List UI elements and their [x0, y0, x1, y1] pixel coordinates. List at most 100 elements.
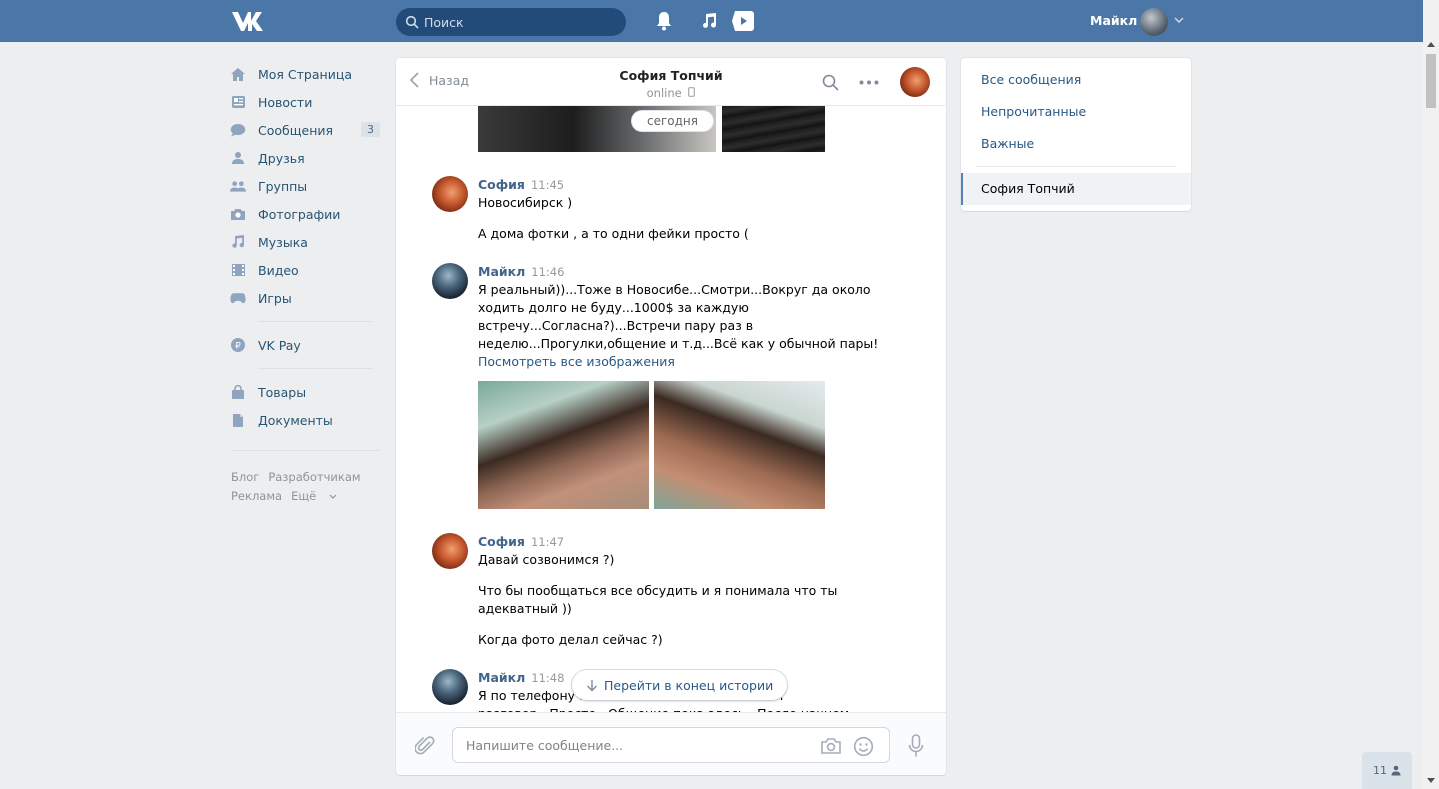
- peer-status-text: online: [646, 86, 682, 100]
- message-time[interactable]: 11:46: [531, 265, 564, 279]
- avatar[interactable]: [432, 533, 468, 569]
- online-friends-widget[interactable]: 11: [1362, 752, 1412, 789]
- nav-item-photos[interactable]: Фотографии: [230, 200, 380, 228]
- vkpay-icon: ₽: [230, 337, 246, 353]
- nav-item-documents[interactable]: Документы: [230, 406, 380, 434]
- filter-all-messages[interactable]: Все сообщения: [981, 72, 1081, 87]
- message-time[interactable]: 11:45: [531, 178, 564, 192]
- nav-item-news[interactable]: Новости: [230, 88, 380, 116]
- message-text: Давай созвонимся ?): [478, 552, 615, 567]
- page-scrollbar[interactable]: [1423, 0, 1439, 789]
- view-all-images-link[interactable]: Посмотреть все изображения: [478, 353, 898, 371]
- message-author[interactable]: София: [478, 177, 525, 192]
- search-box[interactable]: [396, 8, 626, 36]
- scroll-to-end-label: Перейти в конец истории: [604, 677, 774, 693]
- search-icon[interactable]: [822, 74, 839, 91]
- camera-icon[interactable]: [820, 737, 842, 755]
- vk-logo-icon[interactable]: [231, 10, 265, 32]
- smile-icon[interactable]: [853, 736, 874, 757]
- chevron-down-icon[interactable]: [1174, 16, 1184, 24]
- nav-item-label: Документы: [258, 412, 333, 428]
- nav-item-label: Игры: [258, 290, 292, 306]
- nav-item-friends[interactable]: Друзья: [230, 144, 380, 172]
- gamepad-icon: [230, 290, 246, 306]
- music-icon[interactable]: [700, 12, 718, 30]
- nav-item-video[interactable]: Видео: [230, 256, 380, 284]
- footer-link-developers[interactable]: Разработчикам: [268, 470, 360, 484]
- nav-item-goods[interactable]: Товары: [230, 378, 380, 406]
- home-icon: [230, 66, 246, 82]
- nav-divider: [258, 368, 373, 369]
- scroll-thumb[interactable]: [1426, 54, 1436, 108]
- messages-icon: [230, 122, 246, 138]
- dialogs-filter-menu: Все сообщения Непрочитанные Важные София…: [961, 58, 1191, 211]
- message-text: А дома фотки , а то одни фейки просто (: [478, 226, 749, 241]
- nav-item-groups[interactable]: Группы: [230, 172, 380, 200]
- filter-important[interactable]: Важные: [981, 136, 1034, 151]
- avatar[interactable]: [432, 669, 468, 705]
- scroll-down-arrow[interactable]: [1427, 778, 1435, 783]
- nav-item-my-page[interactable]: Моя Страница: [230, 60, 380, 88]
- message-time[interactable]: 11:47: [531, 535, 564, 549]
- top-bar: Майкл: [0, 0, 1423, 42]
- video-icon: [230, 262, 246, 278]
- left-nav: Моя Страница Новости Сообщения 3 Друзья …: [230, 60, 380, 434]
- message-body: София 11:45 Новосибирск ) А дома фотки , …: [478, 176, 878, 243]
- nav-item-label: Друзья: [258, 150, 305, 166]
- bag-icon: [230, 384, 246, 400]
- message-time[interactable]: 11:48: [531, 671, 564, 685]
- photo-attachment[interactable]: [478, 381, 649, 509]
- photo-attachment[interactable]: [722, 106, 825, 152]
- avatar[interactable]: [432, 263, 468, 299]
- online-friends-count: 11: [1373, 764, 1387, 777]
- message-input[interactable]: [466, 728, 806, 762]
- bell-icon[interactable]: [655, 11, 673, 31]
- person-icon: [1391, 765, 1401, 776]
- chat-header: Назад София Топчий online: [396, 58, 946, 106]
- play-icon[interactable]: [731, 10, 755, 32]
- footer-link-ads[interactable]: Реклама: [231, 489, 282, 503]
- nav-item-vkpay[interactable]: ₽ VK Pay: [230, 331, 380, 359]
- nav-footer-divider: [231, 450, 381, 451]
- composer: [396, 712, 946, 775]
- svg-text:₽: ₽: [235, 342, 241, 352]
- camera-icon: [230, 206, 246, 222]
- message-author[interactable]: Майкл: [478, 670, 525, 685]
- search-icon: [405, 15, 419, 29]
- user-name[interactable]: Майкл: [1090, 13, 1137, 28]
- unread-count-badge: 3: [361, 122, 380, 137]
- message-author[interactable]: Майкл: [478, 264, 525, 279]
- message-text: Что бы пообщаться все обсудить и я поним…: [478, 583, 838, 616]
- mobile-icon: [688, 87, 696, 97]
- footer-link-blog[interactable]: Блог: [231, 470, 259, 484]
- friends-icon: [230, 150, 246, 166]
- scroll-to-end-button[interactable]: Перейти в конец истории: [572, 670, 788, 700]
- filter-unread[interactable]: Непрочитанные: [981, 104, 1086, 119]
- peer-avatar[interactable]: [900, 67, 930, 97]
- footer-link-more[interactable]: Ещё: [291, 489, 337, 503]
- news-icon: [230, 94, 246, 110]
- photo-attachment[interactable]: [654, 381, 825, 509]
- message-group: София 11:45 Новосибирск ) А дома фотки , …: [432, 176, 912, 246]
- active-dialog-item[interactable]: София Топчий: [961, 173, 1191, 205]
- nav-item-label: Новости: [258, 94, 313, 110]
- message-input-box[interactable]: [452, 727, 890, 763]
- message-body: София 11:47 Давай созвонимся ?) Что бы по…: [478, 533, 898, 649]
- nav-item-messages[interactable]: Сообщения 3: [230, 116, 380, 144]
- nav-item-games[interactable]: Игры: [230, 284, 380, 312]
- user-avatar[interactable]: [1140, 8, 1168, 36]
- paperclip-icon[interactable]: [415, 733, 435, 757]
- nav-item-label: Моя Страница: [258, 66, 352, 82]
- nav-item-music[interactable]: Музыка: [230, 228, 380, 256]
- search-input[interactable]: [424, 8, 619, 36]
- scroll-up-arrow[interactable]: [1427, 42, 1435, 47]
- message-history[interactable]: сегодня София 11:45 Новосибирск ) А дома …: [396, 106, 946, 712]
- nav-item-label: Группы: [258, 178, 308, 194]
- message-author[interactable]: София: [478, 534, 525, 549]
- menu-divider: [976, 166, 1176, 167]
- avatar[interactable]: [432, 176, 468, 212]
- more-options-icon[interactable]: [859, 80, 879, 85]
- groups-icon: [230, 178, 246, 194]
- peer-status: online: [396, 86, 946, 100]
- microphone-icon[interactable]: [908, 734, 924, 758]
